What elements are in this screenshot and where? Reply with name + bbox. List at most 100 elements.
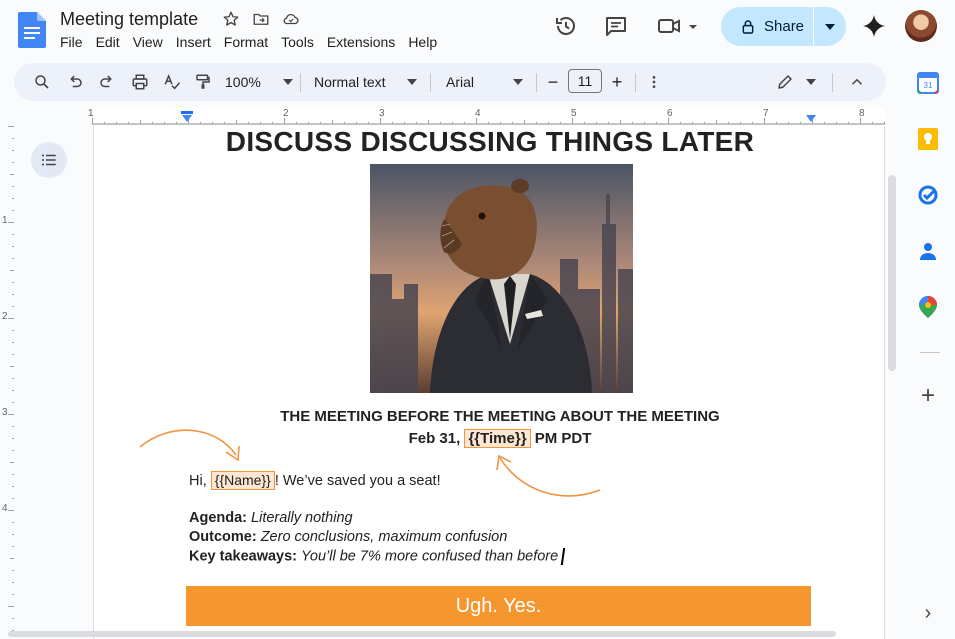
menu-view[interactable]: View [133, 34, 169, 50]
menu-insert[interactable]: Insert [176, 34, 217, 50]
chevron-down-icon [513, 79, 523, 85]
menu-help[interactable]: Help [408, 34, 443, 50]
horizontal-scrollbar[interactable] [8, 631, 836, 637]
outcome-line[interactable]: Outcome: Zero conclusions, maximum confu… [189, 529, 507, 545]
greeting-line[interactable]: Hi, {{Name}}! We’ve saved you a seat! [189, 471, 441, 490]
calendar-icon: 31 [917, 72, 939, 94]
chevron-down-icon [407, 79, 417, 85]
maps-icon [919, 296, 937, 318]
get-addons-button[interactable]: + [915, 382, 941, 409]
cta-banner-button[interactable]: Ugh. Yes. [186, 586, 811, 626]
calendar-app-button[interactable]: 31 [915, 70, 941, 96]
ruler-number: 1 [2, 215, 8, 226]
spellcheck-button[interactable] [161, 63, 183, 101]
edit-mode-icon [778, 75, 792, 89]
ruler-number: 2 [2, 311, 8, 322]
time-placeholder-chip[interactable]: {{Time}} [464, 429, 531, 448]
name-placeholder-chip[interactable]: {{Name}} [210, 471, 275, 490]
keep-icon [918, 128, 938, 150]
date-suffix: PM PDT [534, 430, 592, 447]
takeaways-label: Key takeaways: [189, 548, 298, 565]
plus-label: + [611, 71, 623, 92]
menu-file[interactable]: File [60, 34, 89, 50]
hide-menus-button[interactable] [846, 63, 868, 101]
gemini-icon[interactable] [862, 14, 886, 38]
outline-icon [41, 154, 56, 166]
menu-extensions[interactable]: Extensions [327, 34, 401, 50]
top-bar: Meeting template File Edit View Insert F… [0, 0, 955, 60]
ruler-number: 3 [2, 407, 8, 418]
font-size-input[interactable]: 11 [568, 69, 602, 93]
paragraph-style-select[interactable]: Normal text [314, 63, 417, 101]
comments-icon[interactable] [604, 14, 628, 38]
meet-icon[interactable] [656, 14, 700, 38]
share-dropdown[interactable] [814, 7, 846, 46]
ruler-number: 2 [283, 108, 289, 119]
ruler-number: 5 [571, 108, 577, 119]
ruler-number: 6 [667, 108, 673, 119]
calendar-day: 31 [924, 81, 933, 90]
contacts-app-button[interactable] [915, 238, 941, 264]
document-heading[interactable]: DISCUSS DISCUSSING THINGS LATER [94, 126, 884, 158]
meeting-subheading[interactable]: THE MEETING BEFORE THE MEETING ABOUT THE… [94, 408, 884, 425]
document-page[interactable]: DISCUSS DISCUSSING THINGS LATER THE MEET… [93, 126, 885, 639]
date-prefix: Feb 31, [408, 430, 461, 447]
show-side-panel-button[interactable]: › [915, 600, 941, 626]
editing-mode-select[interactable] [776, 63, 816, 101]
document-outline-button[interactable] [31, 142, 67, 178]
paint-format-button[interactable] [192, 63, 214, 101]
right-indent-marker[interactable] [805, 114, 817, 123]
zoom-select[interactable]: 100% [225, 63, 293, 101]
ruler-number: 4 [2, 503, 8, 514]
font-select[interactable]: Arial [446, 63, 523, 101]
agenda-line[interactable]: Agenda: Literally nothing [189, 510, 353, 526]
redo-icon [100, 75, 112, 88]
ruler-number: 1 [88, 108, 94, 119]
ruler-number: 4 [475, 108, 481, 119]
redo-button[interactable] [96, 63, 118, 101]
vertical-scrollbar[interactable] [888, 175, 896, 371]
paragraph-style-value: Normal text [314, 74, 386, 90]
text-cursor [561, 548, 566, 565]
history-icon[interactable] [554, 14, 578, 38]
undo-button[interactable] [64, 63, 86, 101]
tasks-app-button[interactable] [915, 182, 941, 208]
more-tools-button[interactable] [646, 63, 662, 101]
minus-label: − [547, 71, 559, 92]
print-button[interactable] [129, 63, 151, 101]
star-icon[interactable] [222, 10, 240, 28]
maps-app-button[interactable] [915, 294, 941, 320]
decrease-font-size-button[interactable]: − [544, 63, 562, 101]
document-title[interactable]: Meeting template [60, 9, 198, 30]
ruler-number: 8 [859, 108, 865, 119]
chevron-down-icon [825, 23, 835, 30]
outcome-label: Outcome: [189, 529, 257, 545]
takeaways-line[interactable]: Key takeaways: You’ll be 7% more confuse… [189, 548, 566, 565]
lock-icon [742, 19, 754, 34]
docs-logo-icon[interactable] [18, 12, 46, 48]
left-indent-marker[interactable] [181, 111, 193, 123]
menu-edit[interactable]: Edit [96, 34, 126, 50]
search-menus-button[interactable] [31, 63, 53, 101]
share-button[interactable]: Share [721, 7, 846, 46]
agenda-label: Agenda: [189, 510, 247, 526]
plus-icon: + [920, 382, 935, 409]
font-value: Arial [446, 74, 475, 90]
paint-format-icon [196, 74, 210, 89]
move-folder-icon[interactable] [252, 10, 270, 28]
vertical-ruler[interactable] [0, 126, 14, 639]
undo-icon [70, 75, 82, 88]
keep-app-button[interactable] [915, 126, 941, 152]
greeting-suffix: ! We’ve saved you a seat! [274, 473, 441, 489]
menu-format[interactable]: Format [224, 34, 274, 50]
increase-font-size-button[interactable]: + [608, 63, 626, 101]
avatar[interactable] [905, 10, 937, 42]
meeting-date-line[interactable]: Feb 31, {{Time}} PM PDT [94, 429, 884, 448]
contacts-icon [920, 243, 936, 260]
capybara-businessman-image[interactable] [370, 164, 633, 393]
search-icon [35, 75, 49, 89]
menu-tools[interactable]: Tools [281, 34, 320, 50]
cloud-saved-icon[interactable] [282, 10, 300, 28]
tasks-icon [918, 185, 938, 205]
side-panel-divider [920, 352, 940, 353]
